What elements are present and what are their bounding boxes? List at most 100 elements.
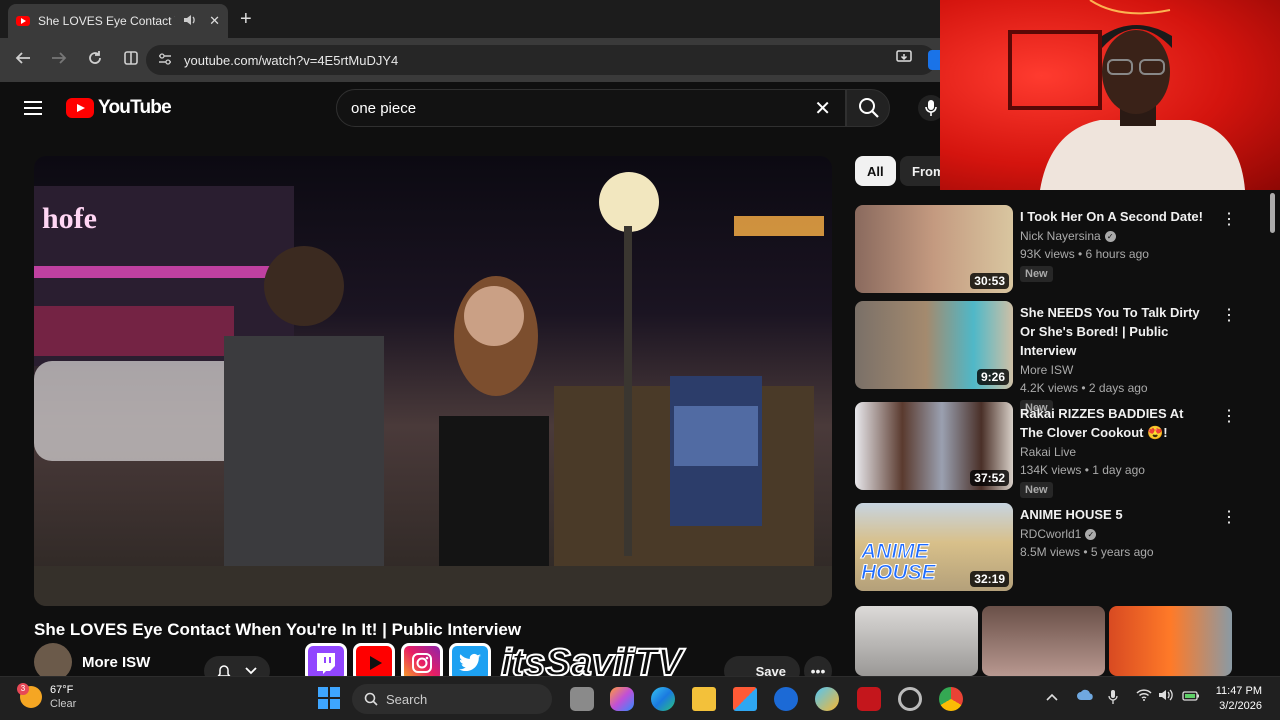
- short-thumbnail[interactable]: [982, 606, 1105, 676]
- wifi-icon[interactable]: [1136, 689, 1152, 704]
- speaker-icon[interactable]: [183, 14, 197, 29]
- search-input[interactable]: one piece ✕: [336, 89, 846, 127]
- app-icon[interactable]: [815, 687, 839, 711]
- screen: She LOVES Eye Contact Wh ✕ + youtube.com…: [0, 0, 1280, 720]
- volume-icon[interactable]: [1158, 689, 1174, 704]
- search-button[interactable]: [846, 89, 890, 127]
- duration-badge: 30:53: [970, 273, 1009, 289]
- extension-icon[interactable]: [928, 50, 940, 70]
- thumbnail-text: ANIME HOUSE: [861, 540, 937, 584]
- recommendation-channel[interactable]: RDCworld1: [1020, 527, 1081, 541]
- menu-icon[interactable]: [24, 101, 42, 115]
- youtube-play-logo-icon: [66, 98, 94, 118]
- split-view-icon[interactable]: [114, 50, 148, 71]
- forward-arrow-icon[interactable]: [42, 50, 76, 70]
- clock-date: 3/2/2026: [1219, 700, 1262, 712]
- open-in-app-icon[interactable]: [896, 50, 912, 68]
- webcam-overlay: [940, 0, 1280, 190]
- close-tab-icon[interactable]: ✕: [209, 13, 220, 29]
- recommendation-stats: 93K views • 6 hours ago: [1020, 247, 1149, 261]
- video-title: She LOVES Eye Contact When You're In It!…: [34, 620, 522, 639]
- recommendation-title[interactable]: Rakai RIZZES BADDIES At The Clover Cooko…: [1020, 404, 1210, 442]
- youtube-favicon-icon: [16, 16, 30, 26]
- chrome-icon[interactable]: [939, 687, 963, 711]
- video-thumbnail[interactable]: ANIME HOUSE 32:19: [855, 503, 1013, 591]
- video-thumbnail[interactable]: 9:26: [855, 301, 1013, 389]
- new-tab-button[interactable]: +: [240, 8, 252, 31]
- taskbar-search[interactable]: Search: [352, 684, 552, 714]
- file-explorer-icon[interactable]: [692, 687, 716, 711]
- video-frame: hofe: [34, 172, 832, 606]
- battery-icon[interactable]: [1182, 689, 1200, 704]
- chip-all[interactable]: All: [855, 156, 896, 186]
- copilot-icon[interactable]: [610, 687, 634, 711]
- site-settings-icon[interactable]: [158, 52, 172, 68]
- recommendation-channel[interactable]: More ISW: [1020, 363, 1073, 377]
- store-icon[interactable]: [733, 687, 757, 711]
- recommendation-item[interactable]: 37:52 Rakai RIZZES BADDIES At The Clover…: [855, 402, 1237, 498]
- weather-temp: 67°F: [50, 684, 74, 696]
- svg-text:hofe: hofe: [42, 202, 97, 235]
- windows-start-icon[interactable]: [318, 687, 340, 709]
- kebab-menu-icon[interactable]: ⋮: [1221, 406, 1237, 426]
- youtube-logo[interactable]: YouTube: [66, 97, 172, 119]
- weather-sun-icon: 3: [17, 683, 42, 708]
- security-app-icon[interactable]: [857, 687, 881, 711]
- short-thumbnail[interactable]: [1109, 606, 1232, 676]
- microphone-icon: [925, 100, 937, 116]
- recommendation-title[interactable]: I Took Her On A Second Date!: [1020, 207, 1210, 226]
- weather-widget[interactable]: 3 67°F Clear: [17, 683, 76, 711]
- clear-search-icon[interactable]: ✕: [814, 96, 831, 121]
- task-view-icon[interactable]: [570, 687, 594, 711]
- url-text: youtube.com/watch?v=4E5rtMuDJY4: [184, 52, 399, 68]
- verified-check-icon: ✓: [1104, 230, 1116, 242]
- windows-taskbar: 3 67°F Clear Search 11:47 PM 3/2/2026: [0, 676, 1280, 720]
- webcam-frame: [1008, 0, 1245, 190]
- kebab-menu-icon[interactable]: ⋮: [1221, 209, 1237, 229]
- microphone-icon[interactable]: [1108, 689, 1118, 708]
- duration-badge: 32:19: [970, 571, 1009, 587]
- taskbar-clock[interactable]: 11:47 PM 3/2/2026: [1206, 684, 1262, 714]
- search-icon: [364, 692, 378, 706]
- search-query: one piece: [351, 99, 417, 117]
- address-bar[interactable]: youtube.com/watch?v=4E5rtMuDJY4: [146, 45, 936, 75]
- recommendation-title[interactable]: She NEEDS You To Talk Dirty Or She's Bor…: [1020, 303, 1210, 360]
- browser-tab[interactable]: She LOVES Eye Contact Wh ✕: [8, 4, 228, 38]
- recommendation-item[interactable]: 30:53 I Took Her On A Second Date! Nick …: [855, 205, 1237, 293]
- youtube-wordmark: YouTube: [98, 97, 172, 118]
- clock-time: 11:47 PM: [1215, 685, 1262, 697]
- notification-badge: 3: [17, 683, 29, 695]
- short-thumbnail[interactable]: [855, 606, 978, 676]
- chevron-down-icon: [245, 667, 257, 675]
- back-arrow-icon[interactable]: [6, 50, 40, 70]
- cloud-icon[interactable]: [1076, 689, 1094, 704]
- recommendation-stats: 134K views • 1 day ago: [1020, 463, 1145, 477]
- new-badge: New: [1020, 266, 1053, 282]
- recommendation-channel[interactable]: Nick Nayersina: [1020, 229, 1101, 243]
- reload-icon[interactable]: [78, 50, 112, 71]
- channel-name[interactable]: More ISW: [82, 654, 150, 671]
- kebab-menu-icon[interactable]: ⋮: [1221, 305, 1237, 325]
- video-thumbnail[interactable]: 30:53: [855, 205, 1013, 293]
- recommendation-stats: 4.2K views • 2 days ago: [1020, 381, 1148, 395]
- duration-badge: 9:26: [976, 369, 1009, 385]
- recommendation-title[interactable]: ANIME HOUSE 5: [1020, 505, 1210, 524]
- recommendation-stats: 8.5M views • 5 years ago: [1020, 545, 1154, 559]
- channel-row: More ISW: [34, 643, 150, 681]
- scrollbar-thumb[interactable]: [1270, 193, 1275, 233]
- search-icon: [859, 98, 879, 118]
- recommendation-item[interactable]: 9:26 She NEEDS You To Talk Dirty Or She'…: [855, 301, 1237, 416]
- video-player[interactable]: hofe: [34, 156, 832, 606]
- settings-gear-icon[interactable]: [898, 687, 922, 711]
- recommendation-channel[interactable]: Rakai Live: [1020, 445, 1076, 459]
- kebab-menu-icon[interactable]: ⋮: [1221, 507, 1237, 527]
- edge-icon[interactable]: [651, 687, 675, 711]
- hp-icon[interactable]: [774, 687, 798, 711]
- recommendation-item[interactable]: ANIME HOUSE 32:19 ANIME HOUSE 5 RDCworld…: [855, 503, 1237, 591]
- video-thumbnail[interactable]: 37:52: [855, 402, 1013, 490]
- taskbar-search-label: Search: [386, 691, 428, 707]
- scrollbar[interactable]: [1268, 190, 1276, 670]
- new-badge: New: [1020, 482, 1053, 498]
- duration-badge: 37:52: [970, 470, 1009, 486]
- tray-chevron-up-icon[interactable]: [1046, 689, 1058, 704]
